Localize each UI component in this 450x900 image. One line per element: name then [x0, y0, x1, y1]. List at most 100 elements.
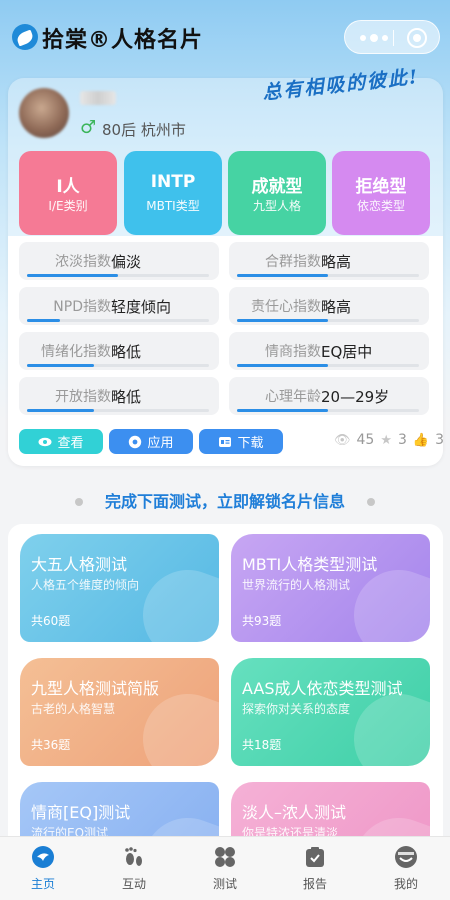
index-row: 浓淡指数 偏淡	[19, 242, 219, 280]
index-bar	[27, 319, 209, 322]
footprint-icon	[125, 847, 142, 866]
tab-interact[interactable]: 互动	[104, 843, 164, 897]
test-count: 共93题	[242, 614, 282, 628]
tile-caption: MBTI类型	[146, 199, 200, 213]
index-bar-fill	[237, 409, 328, 412]
thumbs-up-icon[interactable]: 👍	[413, 433, 429, 448]
index-bar-fill	[237, 319, 328, 322]
test-title: 淡人–浓人测试	[242, 803, 347, 822]
index-bar-fill	[237, 364, 328, 367]
index-value: 略高	[321, 253, 352, 271]
bottom-tab-bar: 主页 互动 测试 报告 我的	[0, 836, 450, 900]
index-value: 偏淡	[111, 253, 142, 271]
tile-attachment[interactable]: 拒绝型 依恋类型	[332, 151, 430, 235]
tile-mbti[interactable]: INTP MBTI类型	[124, 151, 222, 235]
test-subtitle: 探索你对关系的态度	[242, 702, 351, 716]
app-logo-icon	[12, 24, 38, 50]
index-label: 责任心指数	[251, 299, 321, 315]
card-decoration	[130, 557, 219, 642]
card-stats: 👁 45 ★ 3 👍 3	[334, 432, 444, 448]
tile-caption: 九型人格	[252, 199, 301, 213]
test-subtitle: 古老的人格智慧	[31, 702, 116, 716]
more-icon[interactable]	[355, 21, 393, 55]
test-subtitle: 人格五个维度的倾向	[31, 578, 140, 592]
test-count: 共36题	[31, 738, 71, 752]
index-bar-fill	[27, 274, 118, 277]
index-bar	[27, 364, 209, 367]
index-row: 合群指数 略高	[229, 242, 429, 280]
index-value: 20—29岁	[321, 388, 390, 406]
capsule-divider	[393, 30, 394, 46]
tab-report[interactable]: 报告	[285, 843, 345, 897]
tab-label: 报告	[302, 877, 327, 891]
close-miniprogram-icon[interactable]	[407, 28, 427, 48]
tile-value: 成就型	[251, 177, 303, 197]
index-label: 情绪化指数	[41, 344, 111, 360]
aperture-icon	[129, 435, 142, 448]
index-row: NPD指数 轻度倾向	[19, 287, 219, 325]
star-icon[interactable]: ★	[380, 433, 392, 448]
tile-ie[interactable]: I人 I/E类别	[19, 151, 117, 235]
tab-label: 互动	[121, 877, 146, 891]
miniprogram-capsule	[344, 20, 440, 54]
tab-label: 我的	[393, 877, 418, 891]
test-subtitle: 世界流行的人格测试	[242, 578, 351, 592]
app-title: 拾棠®人格名片	[42, 28, 204, 53]
tab-mine[interactable]: 我的	[376, 843, 436, 897]
views-count: 45	[356, 432, 375, 448]
view-button[interactable]: 查看	[19, 429, 103, 454]
male-icon: ♂	[80, 117, 97, 138]
download-button[interactable]: 下载	[199, 429, 283, 454]
tab-label: 主页	[30, 877, 55, 891]
tab-home[interactable]: 主页	[13, 843, 73, 897]
test-card[interactable]: 大五人格测试 人格五个维度的倾向 共60题	[20, 534, 219, 642]
index-value: 略高	[321, 298, 352, 316]
unlock-banner-text: 完成下面测试，立即解锁名片信息	[104, 492, 345, 511]
id-card-icon	[219, 436, 232, 447]
index-bar	[237, 364, 419, 367]
tile-value: I人	[56, 177, 80, 197]
tile-caption: 依恋类型	[356, 199, 405, 213]
index-bar-fill	[27, 364, 95, 367]
tile-enneagram[interactable]: 成就型 九型人格	[228, 151, 326, 235]
tile-value: 拒绝型	[355, 177, 407, 197]
index-bar	[237, 274, 419, 277]
index-bar	[237, 319, 419, 322]
eye-icon	[38, 437, 52, 446]
index-value: 略低	[111, 388, 142, 406]
test-title: AAS成人依恋类型测试	[242, 679, 403, 698]
index-bar-fill	[27, 409, 95, 412]
index-row: 责任心指数 略高	[229, 287, 429, 325]
profile-icon	[395, 846, 417, 868]
grid-icon	[215, 847, 235, 867]
download-button-label: 下载	[237, 436, 264, 451]
index-bar	[27, 274, 209, 277]
index-value: 略低	[111, 343, 142, 361]
index-value: 轻度倾向	[111, 298, 172, 316]
test-count: 共18题	[242, 738, 282, 752]
index-bar-fill	[237, 274, 328, 277]
index-bar	[27, 409, 209, 412]
test-card[interactable]: 九型人格测试简版 古老的人格智慧 共36题	[20, 658, 219, 766]
index-bar	[237, 409, 419, 412]
test-title: 情商[EQ]测试	[31, 803, 131, 822]
index-row: 情商指数 EQ居中	[229, 332, 429, 370]
unlock-banner: 完成下面测试，立即解锁名片信息	[0, 490, 450, 514]
test-card[interactable]: AAS成人依恋类型测试 探索你对关系的态度 共18题	[231, 658, 430, 766]
profile-meta: 80后 杭州市	[102, 121, 186, 139]
index-row: 情绪化指数 略低	[19, 332, 219, 370]
apply-button[interactable]: 应用	[109, 429, 193, 454]
test-card[interactable]: MBTI人格类型测试 世界流行的人格测试 共93题	[231, 534, 430, 642]
banner-dot-left	[75, 498, 83, 506]
avatar[interactable]	[19, 88, 69, 138]
username-blurred	[80, 91, 116, 105]
tab-tests[interactable]: 测试	[195, 843, 255, 897]
tile-value: INTP	[150, 172, 196, 192]
test-title: MBTI人格类型测试	[242, 555, 378, 574]
views-icon: 👁	[334, 432, 351, 448]
index-row: 开放指数 略低	[19, 377, 219, 415]
index-label: NPD指数	[53, 299, 111, 315]
stars-count: 3	[398, 432, 407, 448]
index-label: 开放指数	[55, 389, 111, 405]
report-icon	[306, 847, 324, 867]
